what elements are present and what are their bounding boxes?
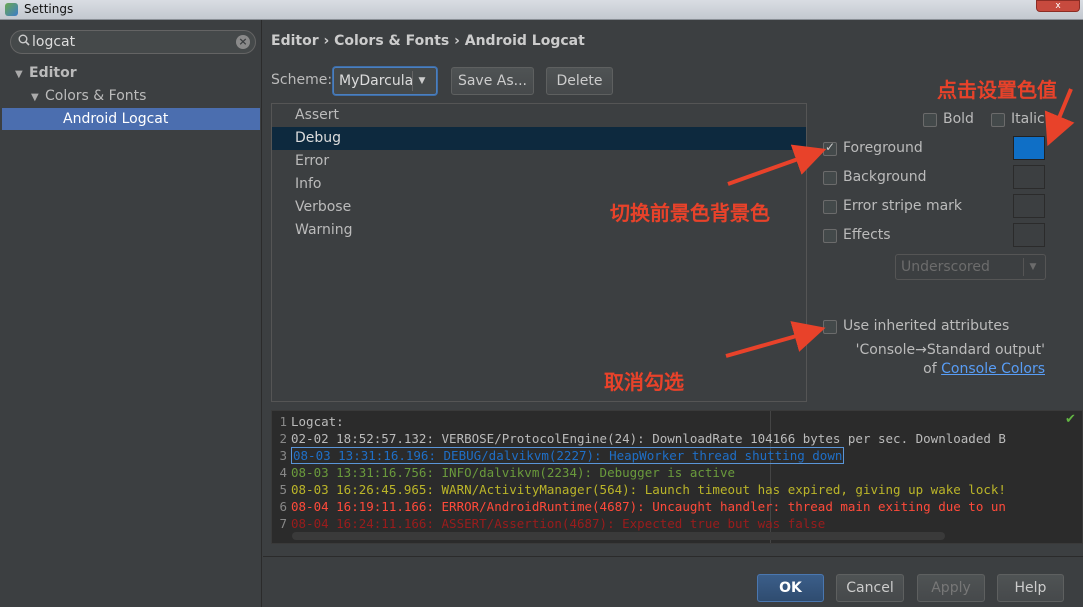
- of-text: of: [923, 361, 942, 377]
- horizontal-scrollbar[interactable]: [292, 532, 945, 540]
- italic-checkbox[interactable]: [991, 113, 1005, 127]
- effects-type-dropdown[interactable]: Underscored ▼: [895, 254, 1046, 280]
- use-inherited-checkbox[interactable]: [823, 320, 837, 334]
- list-item-error[interactable]: Error: [272, 150, 806, 173]
- foreground-label: Foreground: [843, 140, 923, 156]
- effects-type-value: Underscored: [901, 259, 990, 275]
- line-text: 08-03 16:26:45.965: WARN/ActivityManager…: [291, 482, 1006, 497]
- use-inherited-label: Use inherited attributes: [843, 318, 1010, 334]
- annotation-uncheck: 取消勾选: [604, 370, 684, 394]
- search-icon: [18, 34, 30, 46]
- chevron-down-icon[interactable]: ▼: [1023, 258, 1042, 276]
- effects-checkbox[interactable]: [823, 229, 837, 243]
- scheme-dropdown[interactable]: MyDarcula ▼: [333, 67, 437, 95]
- preview-line: 2 02-02 18:52:57.132: VERBOSE/ProtocolEng…: [272, 430, 1082, 447]
- preview-line: 6 08-04 16:19:11.166: ERROR/AndroidRuntim…: [272, 498, 1082, 515]
- preview-line: 1 Logcat:: [272, 413, 1082, 430]
- line-text: Logcat:: [291, 414, 344, 429]
- error-stripe-label: Error stripe mark: [843, 198, 963, 214]
- chevron-down-icon[interactable]: ▼: [412, 71, 431, 91]
- app-icon: [5, 3, 18, 16]
- search-input[interactable]: [32, 32, 232, 52]
- help-button[interactable]: Help: [997, 574, 1064, 602]
- clear-search-icon[interactable]: ×: [236, 35, 250, 49]
- line-number: 3: [279, 448, 287, 463]
- log-level-list: Assert Debug Error Info Verbose Warning: [271, 103, 807, 402]
- effects-label: Effects: [843, 227, 891, 243]
- expanded-arrow-icon[interactable]: ▼: [15, 64, 29, 86]
- list-item-assert[interactable]: Assert: [272, 104, 806, 127]
- ok-button[interactable]: OK: [757, 574, 824, 602]
- preview-line: 3 08-03 13:31:16.196: DEBUG/dalvikvm(2227…: [272, 447, 1082, 464]
- scheme-label: Scheme:: [271, 72, 333, 88]
- line-number: 4: [279, 465, 287, 480]
- tree-item-label: Editor: [29, 65, 77, 81]
- console-colors-link[interactable]: Console Colors: [941, 361, 1045, 377]
- background-color-swatch[interactable]: [1013, 165, 1045, 189]
- preview-line: 5 08-03 16:26:45.965: WARN/ActivityManage…: [272, 481, 1082, 498]
- expanded-arrow-icon[interactable]: ▼: [31, 87, 45, 109]
- foreground-checkbox[interactable]: [823, 140, 837, 156]
- annotation-toggle-fg-bg: 切换前景色背景色: [610, 201, 770, 225]
- tree-item-android-logcat[interactable]: Android Logcat: [2, 108, 260, 130]
- dialog-footer: OK Cancel Apply Help: [263, 556, 1083, 607]
- cancel-button[interactable]: Cancel: [836, 574, 904, 602]
- line-number: 6: [279, 499, 287, 514]
- scheme-value: MyDarcula: [339, 73, 414, 89]
- settings-sidebar: × ▼Editor ▼Colors & Fonts Android Logcat: [0, 20, 262, 607]
- preview-line: 4 08-03 13:31:16.756: INFO/dalvikvm(2234)…: [272, 464, 1082, 481]
- line-number: 5: [279, 482, 287, 497]
- inherited-source-link-line: of Console Colors: [923, 361, 1045, 377]
- search-box[interactable]: ×: [10, 30, 256, 54]
- tree-item-editor[interactable]: ▼ Editor: [15, 62, 77, 84]
- line-text: 08-04 16:24:11.166: ASSERT/Assertion(468…: [291, 516, 826, 531]
- line-number: 1: [279, 414, 287, 429]
- annotation-set-color: 点击设置色值: [937, 78, 1057, 102]
- delete-button[interactable]: Delete: [546, 67, 613, 95]
- italic-label: Italic: [1011, 111, 1045, 127]
- logcat-preview: ✔ 1 Logcat: 2 02-02 18:52:57.132: VERBOSE/…: [271, 410, 1083, 544]
- save-as-button[interactable]: Save As...: [451, 67, 534, 95]
- error-stripe-color-swatch[interactable]: [1013, 194, 1045, 218]
- error-stripe-checkbox[interactable]: [823, 200, 837, 214]
- effects-color-swatch[interactable]: [1013, 223, 1045, 247]
- window-title: Settings: [24, 2, 74, 16]
- breadcrumb: Editor › Colors & Fonts › Android Logcat: [271, 33, 585, 49]
- list-item-info[interactable]: Info: [272, 173, 806, 196]
- line-number: 7: [279, 516, 287, 531]
- bold-label: Bold: [943, 111, 974, 127]
- line-text: 02-02 18:52:57.132: VERBOSE/ProtocolEngi…: [291, 431, 1006, 446]
- list-item-debug[interactable]: Debug: [272, 127, 806, 150]
- line-number: 2: [279, 431, 287, 446]
- title-bar: Settings x: [0, 0, 1083, 20]
- tree-item-label: Colors & Fonts: [45, 88, 147, 104]
- foreground-color-swatch[interactable]: [1013, 136, 1045, 160]
- close-button[interactable]: x: [1036, 0, 1080, 12]
- line-text: 08-03 13:31:16.196: DEBUG/dalvikvm(2227)…: [291, 447, 845, 464]
- line-text: 08-03 13:31:16.756: INFO/dalvikvm(2234):…: [291, 465, 736, 480]
- line-text: 08-04 16:19:11.166: ERROR/AndroidRuntime…: [291, 499, 1006, 514]
- apply-button[interactable]: Apply: [917, 574, 985, 602]
- background-checkbox[interactable]: [823, 171, 837, 185]
- tree-item-colors-fonts[interactable]: ▼ Colors & Fonts: [31, 85, 146, 107]
- preview-line: 7 08-04 16:24:11.166: ASSERT/Assertion(46…: [272, 515, 1082, 532]
- background-label: Background: [843, 169, 927, 185]
- inherited-source: 'Console→Standard output': [855, 342, 1045, 358]
- attributes-panel: Bold Italic Foreground Background Error …: [815, 103, 1083, 403]
- bold-checkbox[interactable]: [923, 113, 937, 127]
